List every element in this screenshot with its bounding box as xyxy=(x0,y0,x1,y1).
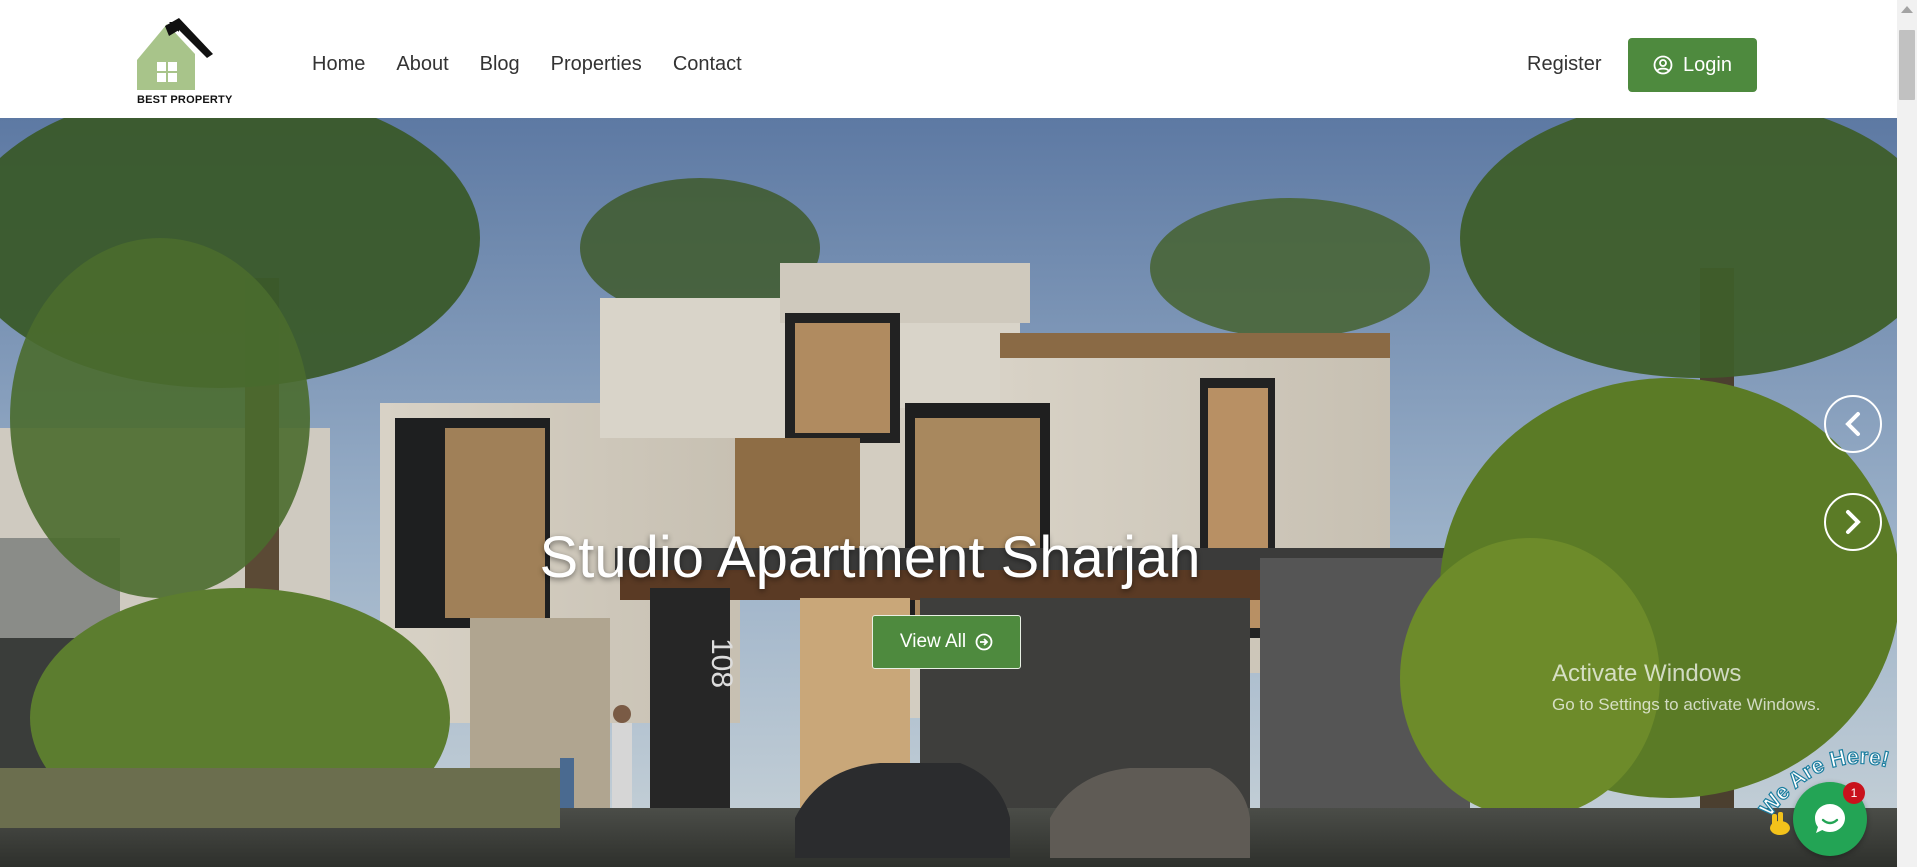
chat-bubble-icon xyxy=(1815,804,1845,833)
login-label: Login xyxy=(1683,53,1732,76)
waving-hand-icon xyxy=(1770,812,1790,835)
view-all-button[interactable]: View All xyxy=(872,615,1021,669)
view-all-label: View All xyxy=(899,631,967,652)
page-scrollbar[interactable] xyxy=(1897,0,1917,867)
chevron-right-icon xyxy=(1846,510,1861,534)
watermark-subtitle: Go to Settings to activate Windows. xyxy=(1552,695,1821,714)
register-link[interactable]: Register xyxy=(1527,52,1601,76)
slider-prev-button[interactable] xyxy=(1824,395,1882,453)
hero-background-image: 108 xyxy=(0,118,1897,867)
scroll-up-arrow-icon[interactable] xyxy=(1901,6,1913,13)
arrow-circle-right-icon xyxy=(975,633,993,651)
nav-home[interactable]: Home xyxy=(312,52,365,76)
watermark-title: Activate Windows xyxy=(1552,660,1742,687)
nav-about[interactable]: About xyxy=(396,52,448,76)
chat-notification-badge: 1 xyxy=(1843,782,1865,804)
nav-contact[interactable]: Contact xyxy=(673,52,742,76)
nav-blog[interactable]: Blog xyxy=(480,52,520,76)
logo-text: BEST PROPERTY xyxy=(137,94,233,106)
house-number: 108 xyxy=(705,638,738,688)
slider-next-button[interactable] xyxy=(1824,493,1882,551)
login-button[interactable]: Login xyxy=(1628,38,1757,92)
scrollbar-thumb[interactable] xyxy=(1899,30,1915,100)
hero-slider: 108 Studio Apartment Sharjah View All xyxy=(0,118,1897,867)
main-nav: Home About Blog Properties Contact xyxy=(312,52,773,76)
logo[interactable]: BEST PROPERTY xyxy=(135,18,235,110)
hero-title-text: Studio Apartment Sharjah xyxy=(539,525,1201,590)
hero-title: Studio Apartment Sharjah xyxy=(0,523,1897,593)
user-circle-icon xyxy=(1653,55,1673,75)
site-header: BEST PROPERTY Home About Blog Properties… xyxy=(0,0,1897,119)
chevron-left-icon xyxy=(1845,412,1860,436)
windows-activation-watermark: Activate Windows Go to Settings to activ… xyxy=(1552,660,1820,716)
house-logo-icon xyxy=(137,18,213,90)
nav-properties[interactable]: Properties xyxy=(551,52,642,76)
